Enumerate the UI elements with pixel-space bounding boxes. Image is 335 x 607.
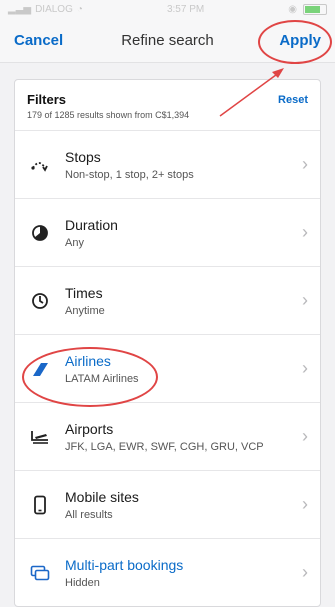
- chevron-right-icon: ›: [302, 358, 308, 378]
- clock-icon: [27, 292, 53, 310]
- filters-header: Filters 179 of 1285 results shown from C…: [15, 80, 320, 131]
- row-label: Multi-part bookings: [65, 556, 184, 573]
- filters-title: Filters: [27, 92, 67, 107]
- reset-button[interactable]: Reset: [278, 94, 308, 106]
- results-summary: 179 of 1285 results shown from C$1,394: [27, 110, 190, 120]
- apply-button[interactable]: Apply: [279, 32, 321, 49]
- row-value: LATAM Airlines: [65, 372, 139, 385]
- row-value: Any: [65, 236, 84, 249]
- lock-icon: ◉: [288, 3, 297, 15]
- row-label: Stops: [65, 148, 101, 165]
- row-value: JFK, LGA, EWR, SWF, CGH, GRU, VCP: [65, 440, 264, 453]
- row-value: Hidden: [65, 576, 100, 589]
- row-value: Non-stop, 1 stop, 2+ stops: [65, 168, 194, 181]
- filter-row-airlines[interactable]: Airlines LATAM Airlines ›: [15, 335, 320, 403]
- chevron-right-icon: ›: [302, 562, 308, 582]
- multipart-icon: [27, 565, 53, 581]
- status-bar: ▂▃▅ DIALOG ◔ 3:57 PM ◉: [0, 0, 335, 18]
- row-label: Airlines: [65, 352, 111, 369]
- filter-row-mobile-sites[interactable]: Mobile sites All results ›: [15, 471, 320, 539]
- battery-icon: [303, 3, 327, 15]
- filter-row-times[interactable]: Times Anytime ›: [15, 267, 320, 335]
- row-label: Mobile sites: [65, 488, 139, 505]
- mobile-icon: [27, 495, 53, 515]
- status-right: ◉: [288, 3, 327, 15]
- status-left: ▂▃▅ DIALOG ◔: [8, 4, 83, 15]
- carrier-label: DIALOG: [35, 3, 73, 15]
- duration-icon: [27, 224, 53, 242]
- chevron-right-icon: ›: [302, 494, 308, 514]
- filter-row-stops[interactable]: Stops Non-stop, 1 stop, 2+ stops ›: [15, 131, 320, 199]
- airline-tail-icon: [27, 361, 53, 377]
- status-time: 3:57 PM: [166, 3, 205, 15]
- row-value: All results: [65, 508, 113, 521]
- filter-row-multi-part-bookings[interactable]: Multi-part bookings Hidden ›: [15, 539, 320, 606]
- chevron-right-icon: ›: [302, 222, 308, 242]
- wifi-icon: ◔: [76, 3, 83, 15]
- row-value: Anytime: [65, 304, 105, 317]
- stops-icon: [27, 158, 53, 172]
- row-label: Duration: [65, 216, 118, 233]
- row-label: Airports: [65, 420, 114, 437]
- top-bar: Cancel Refine search Apply: [0, 18, 335, 63]
- airport-icon: [27, 429, 53, 445]
- filters-card: Filters 179 of 1285 results shown from C…: [14, 79, 321, 607]
- filter-row-duration[interactable]: Duration Any ›: [15, 199, 320, 267]
- row-label: Times: [65, 284, 103, 301]
- filter-row-airports[interactable]: Airports JFK, LGA, EWR, SWF, CGH, GRU, V…: [15, 403, 320, 471]
- signal-icon: ▂▃▅: [8, 3, 32, 15]
- chevron-right-icon: ›: [302, 426, 308, 446]
- chevron-right-icon: ›: [302, 154, 308, 174]
- cancel-button[interactable]: Cancel: [14, 32, 63, 49]
- chevron-right-icon: ›: [302, 290, 308, 310]
